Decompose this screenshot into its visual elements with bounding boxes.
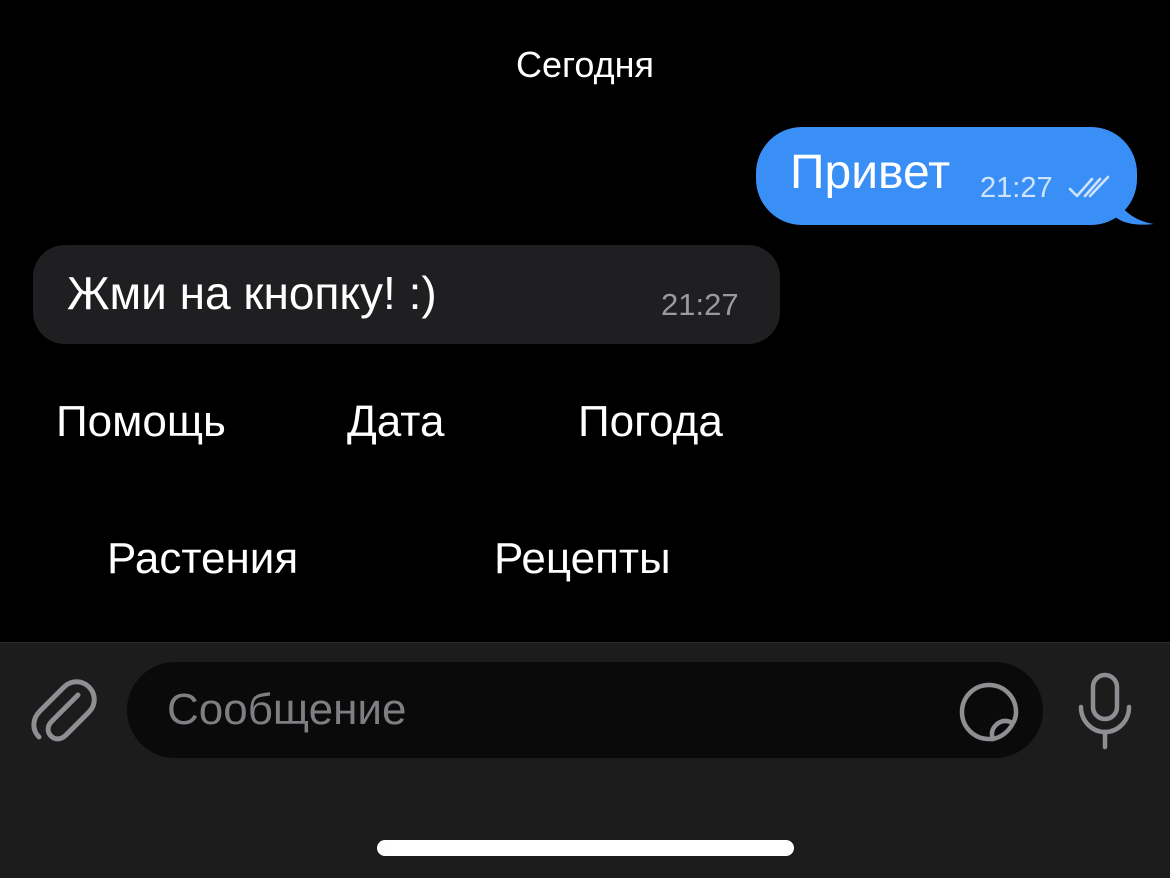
keyboard-button-plants[interactable]: Растения [107,533,298,585]
incoming-message-time: 21:27 [661,287,739,322]
sticker-icon[interactable] [958,681,1020,743]
microphone-icon[interactable] [1074,671,1136,751]
paperclip-icon[interactable] [26,673,102,749]
outgoing-message-text: Привет [790,146,951,199]
outgoing-message-time: 21:27 [980,172,1053,204]
keyboard-button-help[interactable]: Помощь [56,396,226,448]
chat-screen: Сегодня Привет 21:27 Жми на кнопку! :) 2… [0,0,1170,878]
incoming-message-bubble[interactable]: Жми на кнопку! :) 21:27 [33,245,780,344]
keyboard-button-weather[interactable]: Погода [578,396,723,448]
keyboard-button-recipes[interactable]: Рецепты [494,533,671,585]
home-indicator[interactable] [377,840,794,856]
message-input-bar [0,642,1170,878]
keyboard-button-date[interactable]: Дата [347,396,444,448]
incoming-message-text: Жми на кнопку! :) [67,267,437,319]
message-input[interactable] [127,662,1043,758]
outgoing-message-bubble[interactable]: Привет 21:27 [756,127,1137,225]
date-header: Сегодня [516,44,654,85]
double-check-icon [1068,175,1110,198]
